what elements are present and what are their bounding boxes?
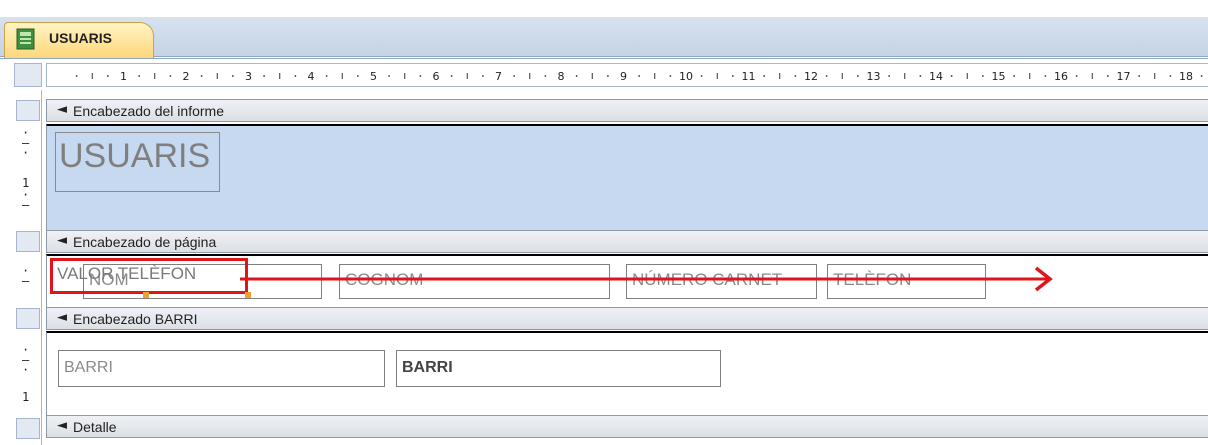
section-bar-page-header[interactable]: ◄ Encabezado de página	[46, 230, 1208, 253]
resize-handle[interactable]	[143, 292, 149, 298]
ruler-dot	[638, 75, 641, 77]
ruler-dot	[919, 75, 922, 77]
tab-usuaris[interactable]: USUARIS	[4, 22, 154, 58]
ruler-dot	[1044, 75, 1047, 77]
arrow-icon: ◄	[57, 418, 67, 433]
vruler-number: 1	[22, 390, 30, 404]
section-label-page-header: Encabezado de página	[73, 234, 217, 250]
ruler-number: 18	[1179, 70, 1193, 83]
ruler-dot	[1138, 75, 1141, 77]
vruler-ticks: · – ·	[22, 126, 30, 160]
ruler-dot	[138, 75, 141, 77]
ruler-number: 9	[620, 70, 627, 83]
section-label-report-header: Encabezado del informe	[73, 103, 224, 119]
arrow-icon: ◄	[57, 310, 67, 325]
ruler-dot	[231, 75, 234, 77]
ruler-dot	[169, 75, 172, 77]
ruler-dot	[325, 75, 328, 77]
section-bar-report-header[interactable]: ◄ Encabezado del informe	[46, 99, 1208, 122]
ruler-number: 17	[1117, 70, 1131, 83]
vruler-ticks: · – ·	[22, 343, 30, 377]
ruler-number: 14	[929, 70, 943, 83]
ruler-dot	[825, 75, 828, 77]
report-header-body	[46, 124, 1208, 231]
ruler-dot	[513, 75, 516, 77]
ruler-dot	[1169, 75, 1172, 77]
arrow-icon: ◄	[57, 102, 67, 117]
ruler-dot	[1200, 75, 1203, 77]
ruler-number: 15	[992, 70, 1006, 83]
ruler-dot	[950, 75, 953, 77]
section-selector-page-header[interactable]	[16, 231, 40, 252]
section-label-group-header: Encabezado BARRI	[73, 311, 198, 327]
ruler-dot	[356, 75, 359, 77]
ruler-dot	[1075, 75, 1078, 77]
ruler-dot	[669, 75, 672, 77]
ruler-dot	[981, 75, 984, 77]
report-icon	[16, 28, 35, 50]
ruler-number: 1	[120, 70, 127, 83]
ruler-dot	[794, 75, 797, 77]
ruler-number: 12	[804, 70, 818, 83]
ruler-number: 13	[867, 70, 881, 83]
barri-label[interactable]: BARRI	[58, 350, 385, 387]
ruler-dot	[606, 75, 609, 77]
clipped-top-text	[0, 0, 1208, 16]
ruler-number: 6	[433, 70, 440, 83]
barri-textbox[interactable]: BARRI	[396, 350, 721, 387]
ruler-dot	[263, 75, 266, 77]
ruler-number: 3	[245, 70, 252, 83]
ruler-number: 10	[679, 70, 693, 83]
section-label-detail: Detalle	[73, 419, 117, 435]
ruler-dot	[700, 75, 703, 77]
ruler-dot	[731, 75, 734, 77]
ruler-number: 4	[308, 70, 315, 83]
ruler-dot	[575, 75, 578, 77]
ruler-dot	[200, 75, 203, 77]
ruler-dot	[481, 75, 484, 77]
ruler-dot	[856, 75, 859, 77]
ruler-number: 5	[370, 70, 377, 83]
ruler-dot	[1013, 75, 1016, 77]
ruler-number: 7	[495, 70, 502, 83]
ruler-corner-selector[interactable]	[14, 63, 42, 87]
section-bar-group-header[interactable]: ◄ Encabezado BARRI	[46, 307, 1208, 330]
ruler-number: 16	[1054, 70, 1068, 83]
ruler-number: 8	[558, 70, 565, 83]
section-selector-report-header[interactable]	[16, 100, 40, 121]
ruler-dot	[888, 75, 891, 77]
ruler-dot	[388, 75, 391, 77]
ruler-dot	[544, 75, 547, 77]
ruler-dot	[1106, 75, 1109, 77]
tab-bar	[0, 17, 1208, 57]
section-selector-detail[interactable]	[16, 418, 40, 439]
ruler-dot	[294, 75, 297, 77]
section-selector-group-header[interactable]	[16, 308, 40, 329]
ruler-number: 2	[183, 70, 190, 83]
arrow-icon: ◄	[57, 233, 67, 248]
ruler-dot	[419, 75, 422, 77]
horizontal-ruler: 1 2 3 4 5 6 7 8 9 10 11 12 13 14 15 16 17 18	[46, 63, 1208, 87]
valor-telefon-label-selected[interactable]: VALOR TELÈFON	[50, 258, 248, 294]
ruler-dot	[763, 75, 766, 77]
report-title-label[interactable]: USUARIS	[55, 132, 220, 192]
ruler-dot	[106, 75, 109, 77]
vruler-ticks: · –	[22, 264, 30, 288]
tab-label: USUARIS	[49, 30, 113, 46]
ruler-dot	[75, 75, 78, 77]
move-arrow-annotation	[240, 266, 1053, 292]
vruler-ticks: · –	[22, 188, 30, 212]
section-bar-detail[interactable]: ◄ Detalle	[46, 415, 1208, 438]
ruler-dot	[450, 75, 453, 77]
ruler-number: 11	[742, 70, 756, 83]
